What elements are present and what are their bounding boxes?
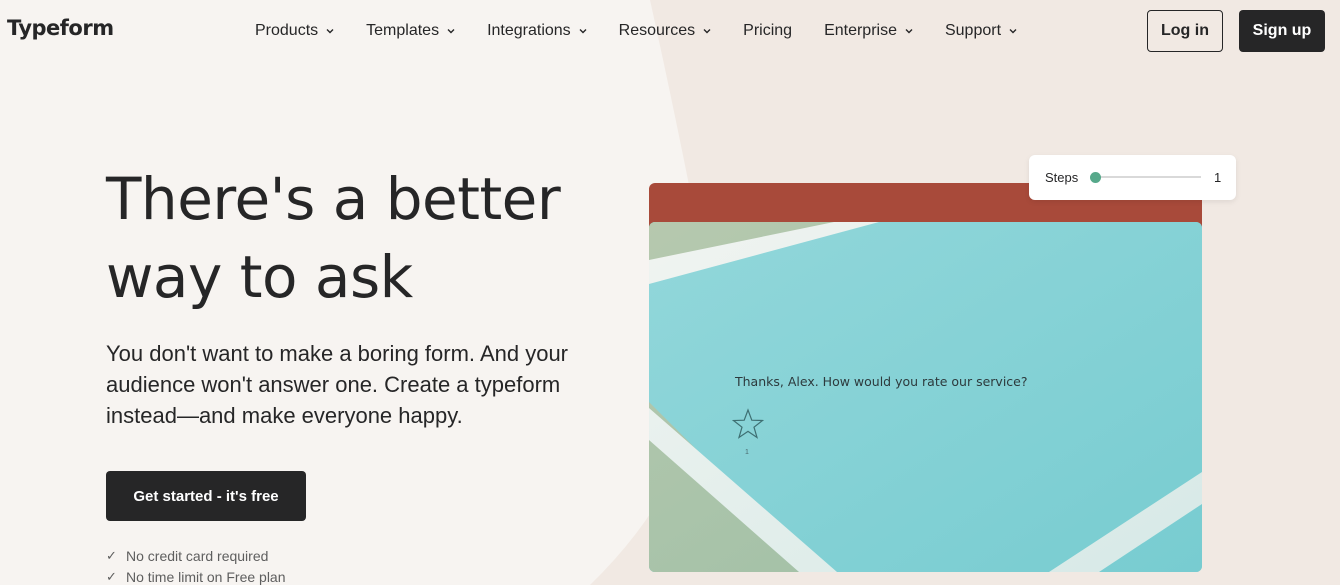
check-icon: ✓ — [106, 568, 117, 584]
nav-item-enterprise[interactable]: Enterprise — [824, 20, 913, 42]
steps-value: 1 — [1214, 170, 1222, 185]
chevron-down-icon — [905, 29, 913, 34]
nav-item-templates[interactable]: Templates — [366, 20, 455, 42]
nav-item-label: Support — [944, 22, 1002, 39]
chevron-down-icon — [579, 29, 587, 34]
perk-label: No time limit on Free plan — [126, 568, 286, 585]
typeform-logo[interactable]: Typeform — [7, 16, 114, 40]
star-icon[interactable] — [732, 408, 764, 440]
nav-item-label: Products — [255, 22, 319, 39]
nav-item-resources[interactable]: Resources — [619, 20, 711, 42]
nav-item-support[interactable]: Support — [945, 20, 1017, 42]
steps-slider-track[interactable] — [1095, 176, 1201, 178]
nav-item-label: Pricing — [743, 22, 793, 39]
hero-title-line: There's a better — [106, 165, 561, 233]
hero-subtitle: You don't want to make a boring form. An… — [106, 341, 568, 428]
nav-item-label: Templates — [366, 22, 440, 39]
get-started-button[interactable]: Get started - it's free — [106, 471, 306, 521]
perk-item: ✓ No credit card required — [106, 545, 286, 566]
chevron-down-icon — [326, 29, 334, 34]
nav-item-pricing[interactable]: Pricing — [743, 20, 792, 42]
chevron-down-icon — [703, 29, 711, 34]
perk-label: No credit card required — [126, 547, 269, 564]
nav-item-integrations[interactable]: Integrations — [487, 20, 587, 42]
perks-list: ✓ No credit card required ✓ No time limi… — [106, 545, 286, 585]
star-number: 1 — [745, 449, 749, 456]
nav-item-label: Enterprise — [824, 22, 897, 39]
nav-item-label: Resources — [618, 22, 696, 39]
check-icon: ✓ — [106, 547, 117, 563]
form-question: Thanks, Alex. How would you rate our ser… — [735, 374, 1028, 389]
main-nav: Products Templates Integrations Resource… — [255, 20, 1049, 42]
nav-item-products[interactable]: Products — [255, 20, 334, 42]
steps-slider-handle[interactable] — [1090, 172, 1101, 183]
perk-item: ✓ No time limit on Free plan — [106, 566, 286, 585]
chevron-down-icon — [1009, 29, 1017, 34]
login-button[interactable]: Log in — [1147, 10, 1223, 52]
signup-button[interactable]: Sign up — [1239, 10, 1325, 52]
steps-label: Steps — [1045, 170, 1079, 185]
chevron-down-icon — [447, 29, 455, 34]
steps-popover: Steps 1 — [1029, 155, 1236, 200]
form-preview-card: Thanks, Alex. How would you rate our ser… — [649, 222, 1202, 572]
hero-title-line: way to ask — [106, 243, 413, 311]
site-header: Typeform Products Templates Integrations… — [0, 0, 1340, 62]
preview-background — [649, 222, 1202, 572]
hero-title: There's a better way to ask — [106, 160, 626, 316]
nav-item-label: Integrations — [487, 22, 571, 39]
